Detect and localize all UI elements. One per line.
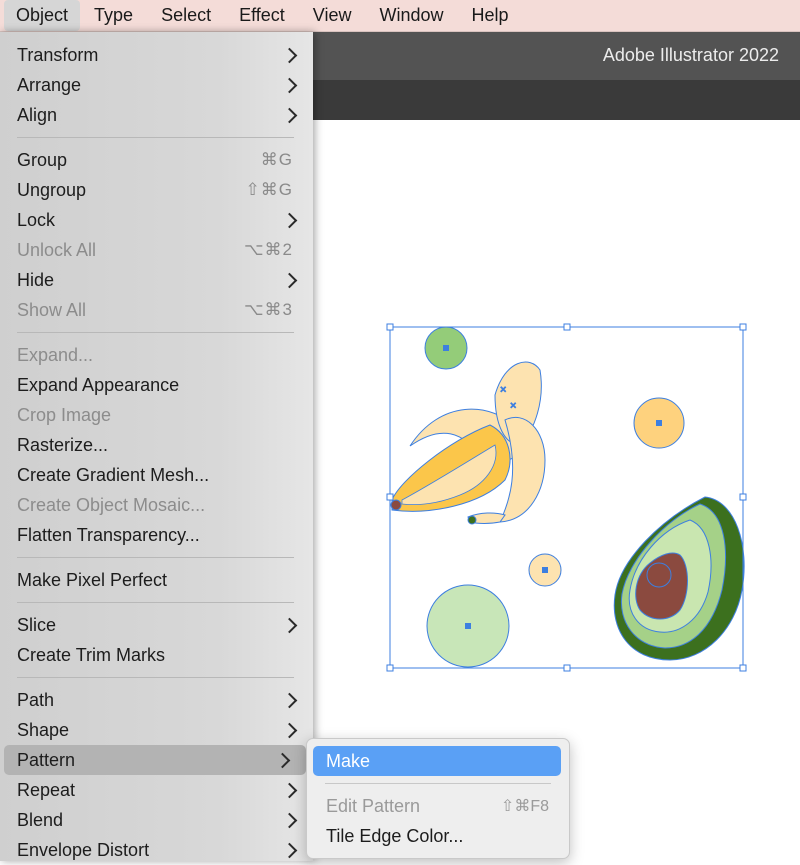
menu-item-hide[interactable]: Hide [0,265,313,295]
submenu-item-make[interactable]: Make [313,746,561,776]
menu-item-label: Crop Image [17,404,112,425]
menu-item-expand-appearance[interactable]: Expand Appearance [0,370,313,400]
menu-item-blend[interactable]: Blend [0,805,313,835]
menu-item-label: Slice [17,614,57,635]
submenu-item-edit-pattern[interactable]: Edit Pattern ⇧⌘F8 [307,791,569,821]
menu-item-label: Arrange [17,74,82,95]
menu-item-path[interactable]: Path [0,685,313,715]
chevron-right-icon [281,617,298,633]
submenu-item-label: Tile Edge Color... [326,825,464,846]
menu-item-shortcut: ⇧⌘G [245,180,293,199]
avocado [613,496,745,661]
menu-item-label: Pattern [17,749,76,770]
menu-item-ungroup[interactable]: Ungroup ⇧⌘G [0,175,313,205]
chevron-right-icon [281,782,298,798]
chevron-right-icon [274,752,291,768]
menu-item-repeat[interactable]: Repeat [0,775,313,805]
submenu-item-label: Edit Pattern [326,795,421,816]
menu-item-label: Group [17,149,68,170]
menu-item-label: Align [17,104,58,125]
menu-item-label: Blend [17,809,64,830]
menu-item-label: Ungroup [17,179,87,200]
menu-item-group[interactable]: Group ⌘G [0,145,313,175]
menu-item-label: Expand... [17,344,94,365]
menu-item-label: Shape [17,719,70,740]
chevron-right-icon [281,692,298,708]
menu-item-label: Repeat [17,779,76,800]
menu-item-arrange[interactable]: Arrange [0,70,313,100]
menu-item-rasterize[interactable]: Rasterize... [0,430,313,460]
submenu-separator [325,783,551,784]
chevron-right-icon [281,272,298,288]
menu-separator [17,332,294,333]
menu-item-slice[interactable]: Slice [0,610,313,640]
menu-item-label: Envelope Distort [17,839,150,860]
object-menu: Transform Arrange Align Group ⌘G Ungroup ⇧⌘G Lo… [0,32,313,861]
menu-item-label: Create Trim Marks [17,644,166,665]
menu-item-label: Path [17,689,55,710]
chevron-right-icon [281,212,298,228]
menu-item-label: Create Gradient Mesh... [17,464,210,485]
menu-item-label: Show All [17,299,87,320]
menu-item-crop-image[interactable]: Crop Image [0,400,313,430]
menu-item-shortcut: ⌘G [260,150,293,169]
menu-item-shortcut: ⌥⌘2 [243,240,293,259]
menu-item-create-trim-marks[interactable]: Create Trim Marks [0,640,313,670]
menu-separator [17,137,294,138]
menu-item-expand[interactable]: Expand... [0,340,313,370]
menu-item-label: Rasterize... [17,434,109,455]
menu-separator [17,677,294,678]
menu-item-create-object-mosaic[interactable]: Create Object Mosaic... [0,490,313,520]
banana: × × [390,361,546,525]
chevron-right-icon [281,77,298,93]
svg-text:×: × [500,384,506,396]
menu-item-label: Lock [17,209,56,230]
menu-item-shape[interactable]: Shape [0,715,313,745]
menu-item-transform[interactable]: Transform [0,40,313,70]
chevron-right-icon [281,722,298,738]
menu-item-flatten-transparency[interactable]: Flatten Transparency... [0,520,313,550]
submenu-item-tile-edge-color[interactable]: Tile Edge Color... [307,821,569,851]
menu-separator [17,602,294,603]
menu-item-label: Make Pixel Perfect [17,569,168,590]
menu-item-label: Unlock All [17,239,97,260]
menu-separator [17,557,294,558]
pattern-submenu: Make Edit Pattern ⇧⌘F8 Tile Edge Color... [306,738,570,859]
menu-item-create-gradient-mesh[interactable]: Create Gradient Mesh... [0,460,313,490]
menu-item-label: Flatten Transparency... [17,524,200,545]
menu-item-show-all[interactable]: Show All ⌥⌘3 [0,295,313,325]
menu-item-label: Expand Appearance [17,374,180,395]
menu-item-label: Transform [17,44,99,65]
menu-item-align[interactable]: Align [0,100,313,130]
chevron-right-icon [281,107,298,123]
submenu-item-shortcut: ⇧⌘F8 [500,798,549,815]
chevron-right-icon [281,47,298,63]
chevron-right-icon [281,812,298,828]
chevron-right-icon [281,842,298,858]
menu-item-make-pixel-perfect[interactable]: Make Pixel Perfect [0,565,313,595]
menu-item-lock[interactable]: Lock [0,205,313,235]
menu-item-shortcut: ⌥⌘3 [243,300,293,319]
submenu-item-label: Make [326,750,371,771]
menu-item-label: Create Object Mosaic... [17,494,206,515]
menu-item-pattern[interactable]: Pattern [4,745,306,775]
svg-text:×: × [510,400,516,412]
menu-item-unlock-all[interactable]: Unlock All ⌥⌘2 [0,235,313,265]
menu-item-label: Hide [17,269,55,290]
